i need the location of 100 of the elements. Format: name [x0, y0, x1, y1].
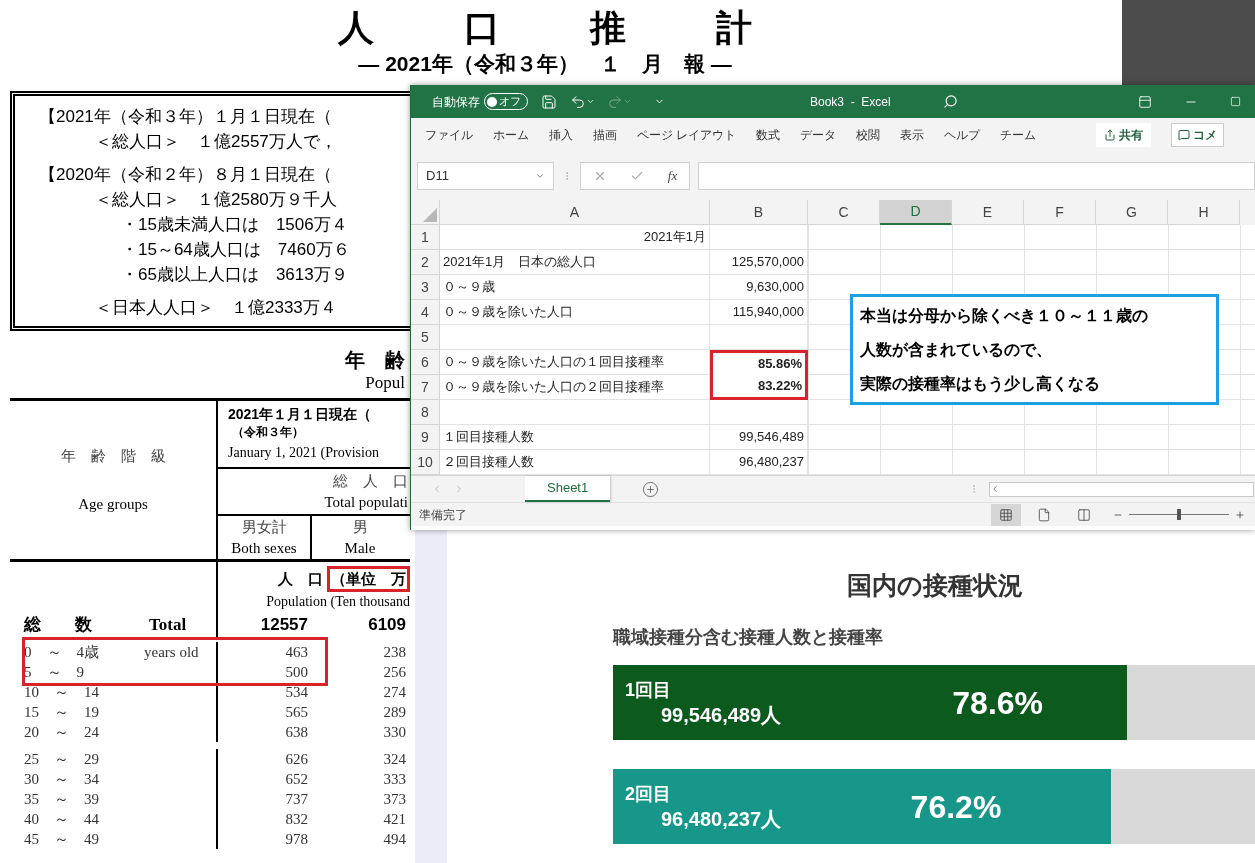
table-cell: 274 [383, 684, 406, 700]
window-title: Book3 - Excel [810, 93, 891, 111]
table-cell: 330 [383, 724, 406, 740]
total-value: 12557 [260, 615, 308, 635]
sheet-tab[interactable]: Sheet1 [525, 476, 611, 502]
document-title: 人 口 推 計 [337, 6, 779, 50]
page-break-icon[interactable] [1077, 507, 1091, 522]
zoom-in-icon[interactable] [1235, 509, 1245, 520]
column-header[interactable]: E [952, 200, 1024, 225]
section-heading: 職域接種分含む接種人数と接種率 [613, 626, 883, 649]
dose-percent: 76.2% [910, 787, 1003, 827]
formula-field[interactable] [698, 162, 1255, 190]
menu-item[interactable]: 挿入 [549, 126, 573, 144]
table-cell[interactable]: 83.22% [710, 375, 808, 400]
table-cell: 463 [285, 644, 308, 660]
menu-item[interactable]: 表示 [900, 126, 925, 144]
summary-line: 【2021年（令和３年）１月１日現在（ [39, 106, 332, 128]
age-group: 40 ～ 44 [24, 809, 144, 829]
undo-icon[interactable] [570, 93, 586, 110]
row-header[interactable]: 7 [411, 375, 440, 400]
column-header[interactable]: H [1168, 200, 1240, 225]
caret-icon[interactable] [586, 97, 595, 106]
callout-text: 人数が含まれているので、 [860, 340, 1052, 360]
menu-item[interactable]: 校閲 [856, 126, 881, 144]
age-group: 5 ～ 9 [24, 662, 144, 682]
menu-item[interactable]: ページ レイアウト [637, 126, 737, 144]
date-header: 2021年１月１日現在（ [228, 405, 372, 423]
share-icon [1104, 129, 1117, 141]
menu-item[interactable]: ヘルプ [944, 126, 981, 144]
dose-count: 99,546,489人 [660, 702, 782, 728]
add-sheet-icon[interactable] [642, 480, 660, 498]
table-cell: 978 [285, 831, 308, 847]
column-header[interactable]: D [880, 200, 952, 225]
table-cell: 565 [285, 704, 308, 720]
page-layout-icon[interactable] [1037, 507, 1051, 522]
section-subtitle: Popul [365, 373, 405, 393]
table-cell: 500 [285, 664, 308, 680]
row-header[interactable]: 1 [411, 225, 440, 250]
table-cell[interactable]: 85.86% [710, 350, 808, 375]
age-group: 25 ～ 29 [24, 749, 144, 769]
table-cell: 652 [285, 771, 308, 787]
total-label: 総 数 [24, 614, 93, 637]
enter-icon[interactable] [630, 169, 645, 183]
maximize-icon[interactable] [1230, 96, 1241, 107]
row-header[interactable]: 10 [411, 450, 440, 475]
column-header: Both sexes [231, 538, 297, 558]
zoom-thumb[interactable] [1177, 509, 1181, 520]
date-header: （令和３年） [231, 424, 304, 441]
menu-item[interactable]: チーム [1000, 126, 1037, 144]
menu-item[interactable]: 描画 [593, 126, 617, 144]
callout-text: 実際の接種率はもう少し高くなる [860, 374, 1100, 395]
select-all-icon[interactable] [423, 208, 437, 222]
table-cell: 626 [285, 751, 308, 767]
document-subtitle: ― 2021年（令和３年） １ 月 報 ― [358, 51, 732, 77]
search-icon[interactable] [942, 94, 958, 109]
column-header[interactable]: F [1024, 200, 1096, 225]
table-cell[interactable]: 2021年1月 日本の総人口 [440, 250, 710, 275]
share-button[interactable]: 共有 [1096, 123, 1152, 147]
autosave-label: 自動保存 [432, 93, 480, 111]
row-header[interactable]: 8 [411, 400, 440, 425]
age-group: 35 ～ 39 [24, 789, 144, 809]
menu-item[interactable]: ホーム [493, 126, 529, 144]
insert-function-button[interactable]: fx [667, 166, 678, 186]
horizontal-scrollbar[interactable] [989, 481, 1255, 497]
table-cell: 638 [285, 724, 308, 740]
ribbon-display-icon[interactable] [1138, 94, 1152, 109]
table-cell: 324 [383, 751, 406, 767]
table-cell: 534 [285, 684, 308, 700]
comment-button[interactable]: コメ [1171, 123, 1225, 147]
menu-item[interactable]: 数式 [756, 126, 781, 144]
dose-percent: 78.6% [952, 683, 1045, 723]
table-cell: 333 [383, 771, 406, 787]
date-header: January 1, 2021 (Provision [228, 444, 379, 462]
unit-header: 人 口 [278, 569, 323, 589]
dose-label: 2回目 [625, 782, 671, 806]
column-header: 男女計 [241, 517, 287, 537]
normal-view-icon[interactable] [999, 507, 1013, 522]
row-header[interactable]: 2 [411, 250, 440, 275]
row-header[interactable]: 4 [411, 300, 440, 325]
column-header[interactable]: G [1096, 200, 1168, 225]
summary-line: 【2020年（令和２年）８月１日現在（ [39, 164, 332, 186]
table-cell: 421 [383, 811, 406, 827]
section-title: 年 齢 [345, 348, 405, 373]
row-header[interactable]: 3 [411, 275, 440, 300]
status-text: 準備完了 [419, 506, 467, 524]
unit-header: Population (Ten thousand [266, 593, 410, 611]
summary-line: ＜総人口＞ １億2580万９千人 [94, 189, 337, 211]
save-icon[interactable] [541, 93, 557, 110]
table-cell: 238 [383, 644, 406, 660]
menu-item[interactable]: データ [800, 126, 837, 144]
dose-count: 96,480,237人 [660, 806, 782, 832]
name-box[interactable]: D11 [417, 162, 554, 190]
page-heading: 国内の接種状況 [847, 570, 1023, 601]
unit-label: （単位 万 [327, 566, 410, 592]
row-header[interactable]: 6 [411, 350, 440, 375]
dropdown-icon [535, 171, 545, 181]
row-header[interactable]: 9 [411, 425, 440, 450]
age-group: 30 ～ 34 [24, 769, 144, 789]
menu-item[interactable]: ファイル [425, 126, 473, 144]
row-header[interactable]: 5 [411, 325, 440, 350]
